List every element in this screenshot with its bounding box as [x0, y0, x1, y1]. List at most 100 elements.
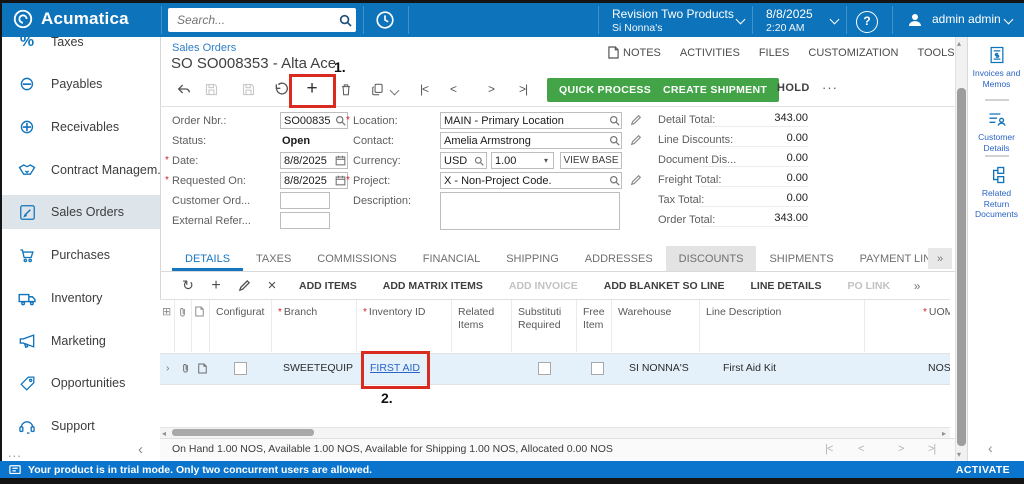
add-items-button[interactable]: ADD ITEMS: [286, 280, 370, 292]
help-icon[interactable]: ?: [856, 11, 878, 33]
cancel-undo-button[interactable]: [272, 80, 290, 98]
configurable-checkbox[interactable]: [234, 362, 247, 375]
quick-process-button[interactable]: QUICK PROCESS: [547, 78, 663, 102]
sidebar-item-sales-orders[interactable]: Sales Orders: [0, 195, 160, 229]
clock-icon[interactable]: [374, 9, 400, 31]
grid-first-page-button[interactable]: |<: [825, 443, 832, 455]
cell-warehouse[interactable]: SI NONNA'S: [612, 353, 700, 383]
activities-button[interactable]: ACTIVITIES: [680, 47, 740, 59]
go-last-button[interactable]: >|: [514, 80, 532, 98]
tab-shipping[interactable]: SHIPPING: [493, 246, 572, 271]
currency-input[interactable]: [441, 155, 472, 167]
lookup-icon[interactable]: [607, 135, 621, 146]
sidebar-item-contract-management[interactable]: Contract Managem...: [0, 153, 160, 187]
tab-discounts[interactable]: DISCOUNTS: [666, 246, 757, 271]
edit-pencil-icon[interactable]: [630, 134, 643, 147]
date-input[interactable]: [281, 155, 333, 167]
copy-paste-button[interactable]: [369, 80, 387, 98]
grid-next-page-button[interactable]: >: [898, 443, 903, 455]
customization-button[interactable]: CUSTOMIZATION: [808, 47, 898, 59]
chevron-down-icon[interactable]: [736, 15, 746, 25]
sidebar-collapse-icon[interactable]: ‹: [138, 441, 143, 458]
business-date-selector[interactable]: 8/8/2025 2:20 AM: [766, 8, 813, 34]
scroll-up-icon[interactable]: ▴: [957, 39, 961, 48]
header-more-button[interactable]: ···: [822, 80, 838, 95]
sidebar-item-opportunities[interactable]: Opportunities: [0, 366, 160, 400]
free-item-checkbox[interactable]: [591, 362, 604, 375]
scroll-left-icon[interactable]: ◂: [162, 429, 166, 438]
add-matrix-items-button[interactable]: ADD MATRIX ITEMS: [370, 280, 496, 292]
column-header-branch[interactable]: *Branch: [272, 300, 357, 352]
scroll-down-icon[interactable]: ▾: [957, 450, 961, 459]
search-icon[interactable]: [338, 14, 352, 27]
tab-taxes[interactable]: TAXES: [243, 246, 304, 271]
save-button[interactable]: [239, 80, 257, 98]
calendar-icon[interactable]: [333, 155, 347, 166]
go-next-button[interactable]: >: [482, 80, 500, 98]
requested-on-input[interactable]: [281, 175, 333, 187]
column-header-warehouse[interactable]: Warehouse: [612, 300, 700, 352]
column-header-line-description[interactable]: Line Description: [700, 300, 865, 352]
lookup-icon[interactable]: [472, 156, 486, 166]
add-blanket-so-line-button[interactable]: ADD BLANKET SO LINE: [591, 280, 738, 292]
contact-input[interactable]: [441, 135, 607, 147]
view-base-button[interactable]: VIEW BASE: [560, 152, 622, 169]
row-expander-icon[interactable]: ›: [160, 353, 175, 383]
grid-prev-page-button[interactable]: <: [858, 443, 863, 455]
location-input[interactable]: [441, 115, 607, 127]
cell-related-items[interactable]: [452, 353, 512, 383]
grid-scrollbar-thumb[interactable]: [172, 429, 314, 436]
go-previous-button[interactable]: <: [444, 80, 462, 98]
delete-row-icon[interactable]: ×: [258, 277, 286, 294]
project-input[interactable]: [441, 175, 607, 187]
scroll-right-icon[interactable]: ▸: [942, 429, 946, 438]
cell-uom[interactable]: NOS: [865, 353, 950, 383]
add-invoice-button[interactable]: ADD INVOICE: [496, 280, 591, 292]
notes-column-header[interactable]: [192, 300, 210, 352]
po-link-button[interactable]: PO LINK: [834, 280, 903, 292]
create-shipment-button[interactable]: CREATE SHIPMENT: [651, 78, 779, 102]
user-name[interactable]: admin admin: [932, 13, 1001, 27]
sidebar-item-receivables[interactable]: ⊕ Receivables: [0, 110, 160, 144]
grid-last-page-button[interactable]: >|: [928, 443, 935, 455]
tab-financial[interactable]: FINANCIAL: [410, 246, 493, 271]
sidebar-item-inventory[interactable]: Inventory: [0, 281, 160, 315]
delete-button[interactable]: [337, 80, 355, 98]
scrollbar-thumb[interactable]: [957, 88, 966, 446]
go-back-button[interactable]: [175, 80, 193, 98]
sidebar-item-payables[interactable]: ⊖ Payables: [0, 67, 160, 101]
side-panel-customer-details[interactable]: Customer Details: [968, 109, 1024, 153]
edit-row-icon[interactable]: [230, 279, 258, 292]
sidebar-item-support[interactable]: Support: [0, 409, 160, 443]
column-header-inventory-id[interactable]: *Inventory ID: [357, 300, 452, 352]
tenant-selector[interactable]: Revision Two Products Si Nonna's: [612, 8, 734, 34]
cell-line-description[interactable]: First Aid Kit: [700, 353, 865, 383]
currency-rate-input[interactable]: [492, 155, 539, 167]
chevron-down-icon[interactable]: [390, 86, 400, 96]
activate-button[interactable]: ACTIVATE: [956, 464, 1010, 476]
side-panel-invoices-and-memos[interactable]: Invoices and Memos: [968, 45, 1024, 89]
column-header-uom[interactable]: *UOM: [865, 300, 950, 352]
sidebar-item-taxes[interactable]: % Taxes: [0, 37, 160, 59]
attachments-column-header[interactable]: [175, 300, 192, 352]
refresh-icon[interactable]: ↻: [174, 277, 202, 294]
breadcrumb[interactable]: Sales Orders: [172, 42, 236, 54]
tab-commissions[interactable]: COMMISSIONS: [304, 246, 409, 271]
grid-toolbar-overflow-button[interactable]: »: [903, 279, 931, 293]
search-input[interactable]: [168, 13, 338, 27]
column-header-related-items[interactable]: Related Items: [452, 300, 512, 352]
row-note-icon[interactable]: [192, 353, 210, 383]
customer-order-input[interactable]: [281, 195, 329, 207]
description-textarea[interactable]: [440, 192, 620, 230]
column-header-free-item[interactable]: Free Item: [577, 300, 612, 352]
add-row-icon[interactable]: +: [202, 277, 230, 295]
grid-selector-header[interactable]: ⊞: [160, 300, 175, 352]
sidebar-more-button[interactable]: ...: [8, 445, 22, 460]
side-panel-related-return-documents[interactable]: Related Return Documents: [968, 165, 1024, 220]
go-first-button[interactable]: |<: [415, 80, 433, 98]
tabs-overflow-button[interactable]: »: [928, 248, 952, 269]
edit-pencil-icon[interactable]: [630, 174, 643, 187]
calendar-icon[interactable]: [333, 175, 347, 186]
dropdown-chevron-icon[interactable]: ▾: [539, 156, 553, 165]
edit-pencil-icon[interactable]: [630, 114, 643, 127]
